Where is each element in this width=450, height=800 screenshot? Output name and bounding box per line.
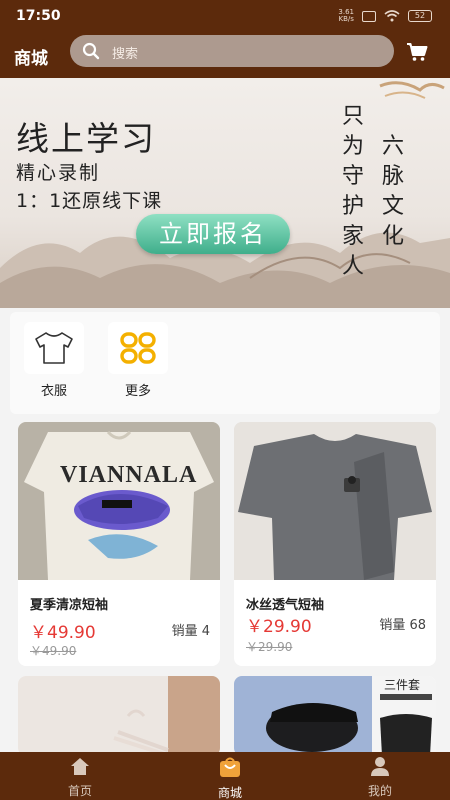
- page-title: 商城: [14, 49, 48, 69]
- product-price: ￥29.90: [246, 617, 312, 637]
- product-name: 夏季清凉短袖: [30, 598, 109, 613]
- tab-mall[interactable]: 商城: [190, 756, 270, 800]
- product-image: 三件套: [234, 676, 436, 756]
- product-original-price: ￥49.90: [30, 644, 77, 658]
- category-clothes[interactable]: 衣服: [22, 322, 86, 399]
- gray-tshirt-image: [234, 422, 436, 580]
- app-header: 商城 搜索: [0, 30, 450, 78]
- shark-tshirt-image: [18, 422, 220, 580]
- sim-icon: [362, 10, 376, 22]
- promo-banner[interactable]: 线上学习 精心录制 1：1还原线下课 立即报名 只为守护家人 六脉文化: [0, 78, 450, 308]
- product-image: [234, 422, 436, 580]
- product-card[interactable]: 冰丝透气短袖 ￥29.90 销量 68 ￥29.90: [234, 422, 436, 666]
- product-card[interactable]: VIANNALA 夏季清凉短袖 ￥49.90 销量 4 ￥49.90: [18, 422, 220, 666]
- tab-mall-label: 商城: [217, 786, 242, 800]
- tab-profile-label: 我的: [367, 784, 392, 798]
- network-speed: 3.61 KB/s: [338, 8, 354, 23]
- product-price: ￥49.90: [30, 623, 96, 643]
- product-sales: 销量 4: [171, 624, 210, 639]
- tshirt-icon: [35, 332, 73, 364]
- banner-headline: 线上学习: [16, 119, 156, 158]
- battery-icon: 52: [408, 10, 432, 22]
- tab-home-label: 首页: [67, 784, 92, 798]
- status-bar: 17:50 3.61 KB/s 52: [0, 0, 450, 30]
- banner-line2: 1：1还原线下课: [16, 190, 163, 212]
- banner-line1: 精心录制: [16, 162, 101, 184]
- category-more[interactable]: 更多: [106, 322, 170, 399]
- search-placeholder: 搜索: [112, 47, 139, 62]
- status-time: 17:50: [16, 8, 61, 24]
- banner-vertical-text-left: 只为守护家人: [341, 104, 364, 279]
- grid-icon: [120, 332, 156, 364]
- signup-button[interactable]: 立即报名: [136, 214, 290, 254]
- category-more-label: 更多: [124, 384, 151, 399]
- search-input[interactable]: 搜索: [70, 35, 394, 67]
- tab-home[interactable]: 首页: [40, 756, 120, 799]
- category-clothes-label: 衣服: [40, 384, 67, 399]
- shop-bag-icon: [220, 757, 240, 777]
- product-image: [18, 676, 220, 756]
- tab-profile[interactable]: 我的: [340, 756, 420, 799]
- banner-vertical-text-right: 六脉文化: [381, 134, 404, 249]
- hangers-image: [18, 676, 220, 756]
- product-image-text: 三件套: [384, 678, 421, 692]
- wifi-icon: [384, 10, 400, 22]
- category-row: 衣服 更多: [10, 312, 440, 414]
- product-card[interactable]: [18, 676, 220, 756]
- category-clothes-iconbox: [24, 322, 84, 374]
- product-sales: 销量 68: [379, 618, 426, 633]
- user-icon: [371, 757, 389, 776]
- product-card[interactable]: 三件套: [234, 676, 436, 756]
- product-image: VIANNALA: [18, 422, 220, 580]
- cart-icon[interactable]: [406, 42, 428, 62]
- search-icon: [82, 42, 100, 60]
- product-name: 冰丝透气短袖: [246, 598, 325, 613]
- product-original-price: ￥29.90: [246, 640, 293, 654]
- home-icon: [71, 758, 89, 775]
- category-more-iconbox: [108, 322, 168, 374]
- system-icons: 3.61 KB/s 52: [338, 9, 432, 23]
- bottom-tab-bar: 首页 商城 我的: [0, 752, 450, 800]
- product-image-text: VIANNALA: [60, 462, 198, 488]
